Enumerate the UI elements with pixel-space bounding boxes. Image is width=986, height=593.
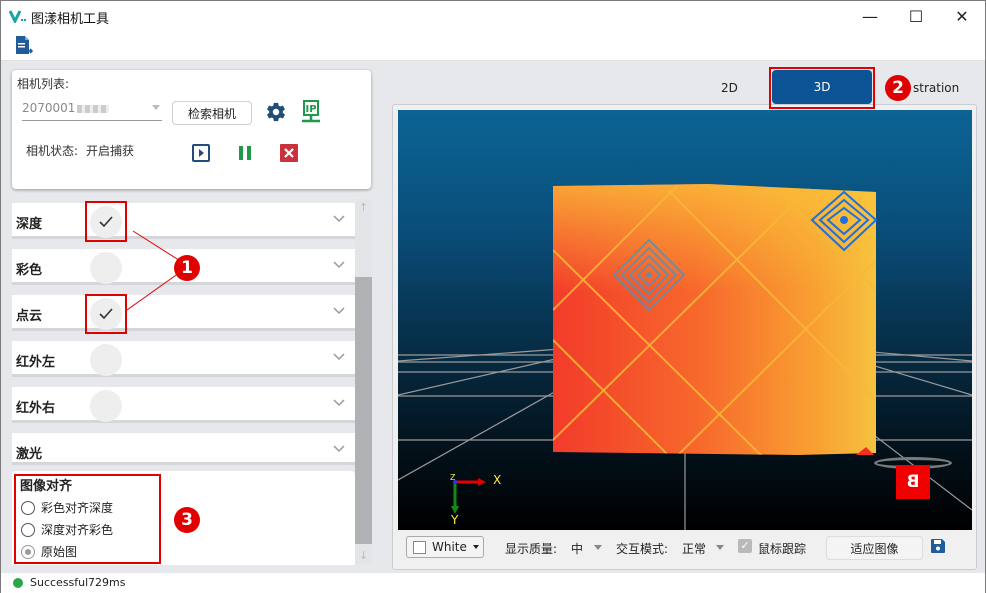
chevron-down-icon bbox=[152, 105, 160, 110]
annotation-badge-1: 1 bbox=[174, 255, 200, 281]
chevron-down-icon bbox=[472, 545, 479, 549]
interaction-mode-select[interactable]: 正常 bbox=[682, 540, 706, 557]
redacted-serial bbox=[77, 104, 110, 113]
minimize-icon: — bbox=[862, 6, 878, 26]
camera-status-label: 相机状态: bbox=[26, 144, 79, 158]
left-scrollbar[interactable]: ↑ ↓ bbox=[355, 199, 372, 564]
chevron-down-icon[interactable] bbox=[333, 215, 345, 223]
ip-config-icon[interactable]: IP bbox=[300, 100, 322, 124]
orientation-cube[interactable]: B bbox=[896, 465, 930, 499]
svg-text:IP: IP bbox=[305, 104, 316, 115]
maximize-icon: ☐ bbox=[908, 6, 924, 26]
annotation-badge-3: 3 bbox=[174, 507, 200, 533]
mouse-track-checkbox[interactable]: ✓ bbox=[738, 539, 752, 553]
tab-calibration[interactable]: stration bbox=[913, 81, 959, 95]
play-icon[interactable] bbox=[192, 144, 210, 162]
scroll-down-icon[interactable]: ↓ bbox=[355, 547, 372, 564]
camera-status-value: 开启捕获 bbox=[86, 144, 135, 158]
quality-select[interactable]: 中 bbox=[571, 540, 583, 557]
chevron-down-icon[interactable] bbox=[333, 445, 345, 453]
stream-toggle-color[interactable] bbox=[90, 252, 122, 284]
annotation-box-pointcloud bbox=[85, 294, 127, 334]
stop-icon[interactable] bbox=[280, 144, 298, 162]
chevron-down-icon[interactable] bbox=[333, 261, 345, 269]
export-file-icon[interactable] bbox=[15, 35, 33, 55]
stream-label: 点云 bbox=[16, 309, 43, 324]
status-bar: Successful 729ms bbox=[1, 573, 985, 593]
quality-label: 显示质量: bbox=[505, 542, 558, 556]
stream-label: 红外右 bbox=[16, 401, 56, 416]
annotation-box-depth bbox=[85, 201, 127, 242]
view-panel: X Y Z B White 显示质量: 中 交互模式: 正常 ✓ 鼠标跟踪 适应… bbox=[392, 104, 977, 570]
main-toolbar bbox=[1, 31, 985, 61]
mouse-track-label: 鼠标跟踪 bbox=[758, 542, 807, 556]
stream-row-ir-right[interactable]: 红外右 bbox=[12, 387, 355, 423]
camera-select[interactable]: 2070001 bbox=[22, 101, 162, 121]
status-elapsed: 729ms bbox=[88, 576, 126, 589]
pause-icon[interactable] bbox=[238, 145, 252, 161]
app-title: 图漾相机工具 bbox=[31, 12, 110, 27]
chevron-down-icon[interactable] bbox=[594, 545, 602, 550]
app-logo-icon bbox=[9, 10, 26, 23]
close-button[interactable]: ✕ bbox=[939, 1, 985, 31]
annotation-box-3d-tab bbox=[769, 67, 875, 109]
save-icon[interactable] bbox=[931, 539, 945, 553]
stream-toggle-ir-left[interactable] bbox=[90, 344, 122, 376]
stream-label: 深度 bbox=[16, 217, 43, 232]
3d-viewport[interactable]: X Y Z B bbox=[398, 110, 972, 530]
annotation-box-alignment bbox=[14, 474, 161, 564]
chevron-down-icon[interactable] bbox=[716, 545, 724, 550]
success-check-icon bbox=[13, 578, 23, 588]
close-icon: ✕ bbox=[955, 6, 969, 26]
stream-label: 激光 bbox=[16, 447, 43, 462]
fit-image-button[interactable]: 适应图像 bbox=[826, 536, 923, 560]
background-color-value: White bbox=[432, 540, 467, 554]
camera-serial: 2070001 bbox=[22, 101, 76, 115]
search-camera-button[interactable]: 检索相机 bbox=[172, 101, 252, 125]
stream-toggle-ir-right[interactable] bbox=[90, 390, 122, 422]
tab-2d[interactable]: 2D bbox=[721, 81, 738, 95]
chevron-down-icon[interactable] bbox=[333, 353, 345, 361]
minimize-button[interactable]: — bbox=[847, 1, 893, 31]
stream-row-pointcloud[interactable]: 点云 bbox=[12, 295, 355, 331]
gear-icon[interactable] bbox=[265, 101, 287, 123]
z-axis-label: Z bbox=[450, 473, 456, 482]
camera-status: 相机状态: 开启捕获 bbox=[26, 142, 134, 159]
stream-label: 红外左 bbox=[16, 355, 56, 370]
y-axis-label: Y bbox=[451, 513, 459, 527]
background-color-dropdown[interactable]: White bbox=[406, 536, 484, 558]
scroll-up-icon[interactable]: ↑ bbox=[355, 199, 372, 216]
status-text: Successful bbox=[30, 576, 89, 589]
view-toolbar: White 显示质量: 中 交互模式: 正常 ✓ 鼠标跟踪 适应图像 bbox=[398, 533, 972, 563]
x-axis-label: X bbox=[493, 473, 502, 487]
stream-label: 彩色 bbox=[16, 263, 43, 278]
camera-list-label: 相机列表: bbox=[17, 77, 70, 91]
maximize-button[interactable]: ☐ bbox=[893, 1, 939, 31]
stream-row-depth[interactable]: 深度 bbox=[12, 203, 355, 239]
annotation-badge-2: 2 bbox=[885, 75, 911, 101]
title-bar: 图漾相机工具 — ☐ ✕ bbox=[1, 1, 985, 31]
stream-row-laser[interactable]: 激光 bbox=[12, 433, 355, 465]
scrollbar-thumb[interactable] bbox=[355, 277, 372, 544]
camera-panel: 相机列表: 2070001 检索相机 IP 相机状态: 开启捕获 bbox=[12, 70, 371, 189]
color-swatch bbox=[413, 540, 426, 554]
stream-row-ir-left[interactable]: 红外左 bbox=[12, 341, 355, 377]
chevron-down-icon[interactable] bbox=[333, 399, 345, 407]
interaction-mode-label: 交互模式: bbox=[616, 542, 669, 556]
chevron-down-icon[interactable] bbox=[333, 307, 345, 315]
